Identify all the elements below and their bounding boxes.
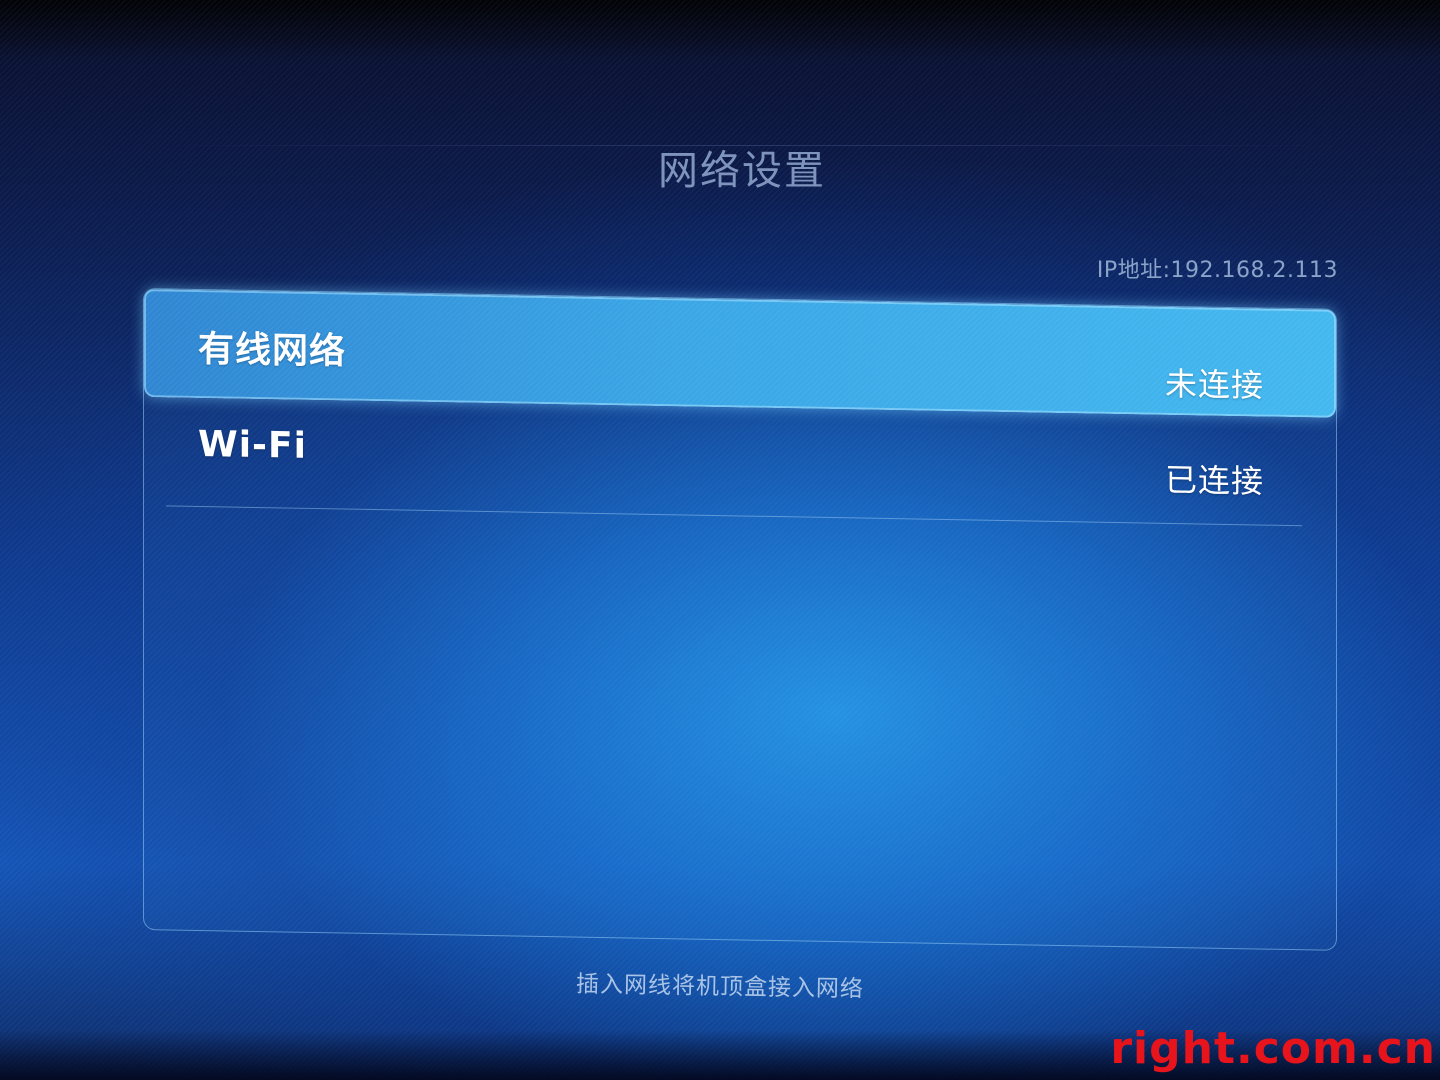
network-list-panel: 有线网络 未连接 Wi-Fi 已连接 (143, 288, 1337, 951)
list-item-wifi[interactable]: Wi-Fi 已连接 (144, 399, 1336, 526)
screen-bezel-top (0, 0, 1440, 60)
ip-address-label: IP地址:192.168.2.113 (1096, 258, 1338, 283)
wifi-label: Wi-Fi (198, 423, 307, 467)
list-item-wired-network[interactable]: 有线网络 未连接 (144, 289, 1336, 418)
wifi-status: 已连接 (1164, 460, 1264, 501)
wired-network-label: 有线网络 (198, 328, 347, 373)
footer-hint: 插入网线将机顶盒接入网络 (575, 971, 865, 1003)
watermark-logo: right.com.cn (1110, 1023, 1436, 1074)
page-title: 网络设置 (658, 148, 826, 194)
wired-network-status: 未连接 (1164, 364, 1264, 405)
